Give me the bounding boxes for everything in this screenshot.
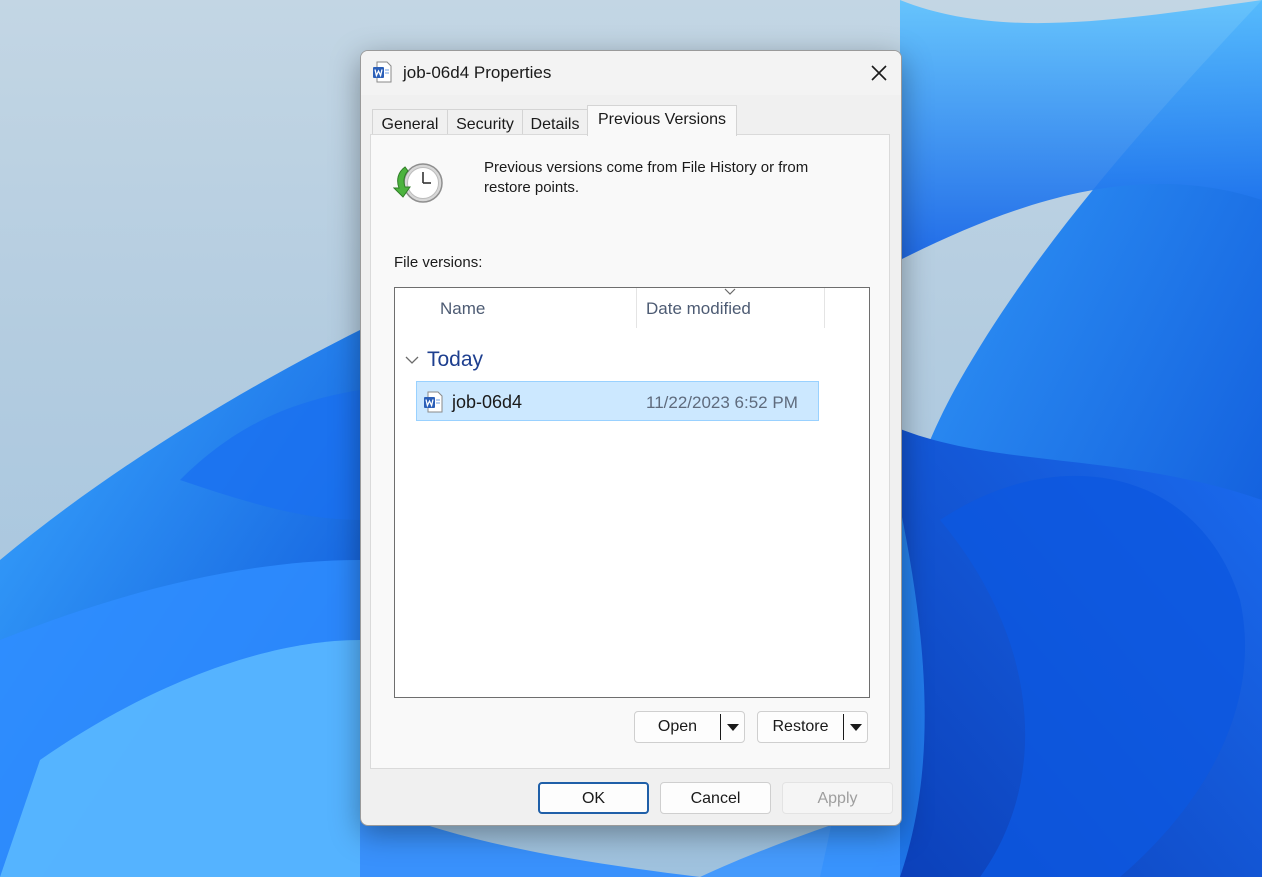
title-bar[interactable]: job-06d4 Properties bbox=[361, 51, 901, 95]
close-icon bbox=[871, 65, 887, 81]
split-separator bbox=[843, 714, 844, 740]
info-text: Previous versions come from File History… bbox=[484, 159, 809, 196]
open-button[interactable]: Open bbox=[635, 712, 720, 742]
file-versions-list[interactable]: Name Date modified Today job-06d4 11/22/… bbox=[394, 287, 870, 698]
caret-down-icon bbox=[727, 723, 739, 731]
tab-general[interactable]: General bbox=[372, 109, 448, 135]
split-separator bbox=[720, 714, 721, 740]
group-title: Today bbox=[427, 348, 484, 371]
column-header-name[interactable]: Name bbox=[440, 288, 635, 328]
chevron-down-icon bbox=[405, 356, 419, 364]
column-separator[interactable] bbox=[636, 288, 637, 328]
tab-details[interactable]: Details bbox=[522, 109, 588, 135]
ok-button[interactable]: OK bbox=[538, 782, 649, 814]
caret-down-icon bbox=[850, 723, 862, 731]
word-document-icon bbox=[373, 61, 392, 83]
tab-security[interactable]: Security bbox=[447, 109, 523, 135]
restore-dropdown-button[interactable] bbox=[845, 712, 867, 742]
group-header-today[interactable]: Today bbox=[405, 346, 483, 374]
tab-previous-versions[interactable]: Previous Versions bbox=[587, 105, 737, 136]
properties-dialog: job-06d4 Properties General Security Det… bbox=[360, 50, 902, 826]
restore-split-button[interactable]: Restore bbox=[757, 711, 868, 743]
apply-button[interactable]: Apply bbox=[782, 782, 893, 814]
previous-versions-panel: Previous versions come from File History… bbox=[370, 134, 890, 769]
open-dropdown-button[interactable] bbox=[722, 712, 744, 742]
column-header-date-modified[interactable]: Date modified bbox=[646, 288, 824, 328]
clock-restore-icon bbox=[393, 163, 443, 203]
window-title: job-06d4 Properties bbox=[403, 63, 552, 82]
word-document-icon bbox=[424, 391, 443, 413]
restore-button[interactable]: Restore bbox=[758, 712, 843, 742]
list-item[interactable]: job-06d4 11/22/2023 6:52 PM bbox=[416, 381, 819, 421]
item-date-modified: 11/22/2023 6:52 PM bbox=[646, 393, 798, 412]
cancel-button[interactable]: Cancel bbox=[660, 782, 771, 814]
file-versions-label: File versions: bbox=[394, 254, 483, 271]
close-button[interactable] bbox=[861, 55, 897, 91]
column-separator[interactable] bbox=[824, 288, 825, 328]
item-name: job-06d4 bbox=[452, 392, 523, 412]
open-split-button[interactable]: Open bbox=[634, 711, 745, 743]
